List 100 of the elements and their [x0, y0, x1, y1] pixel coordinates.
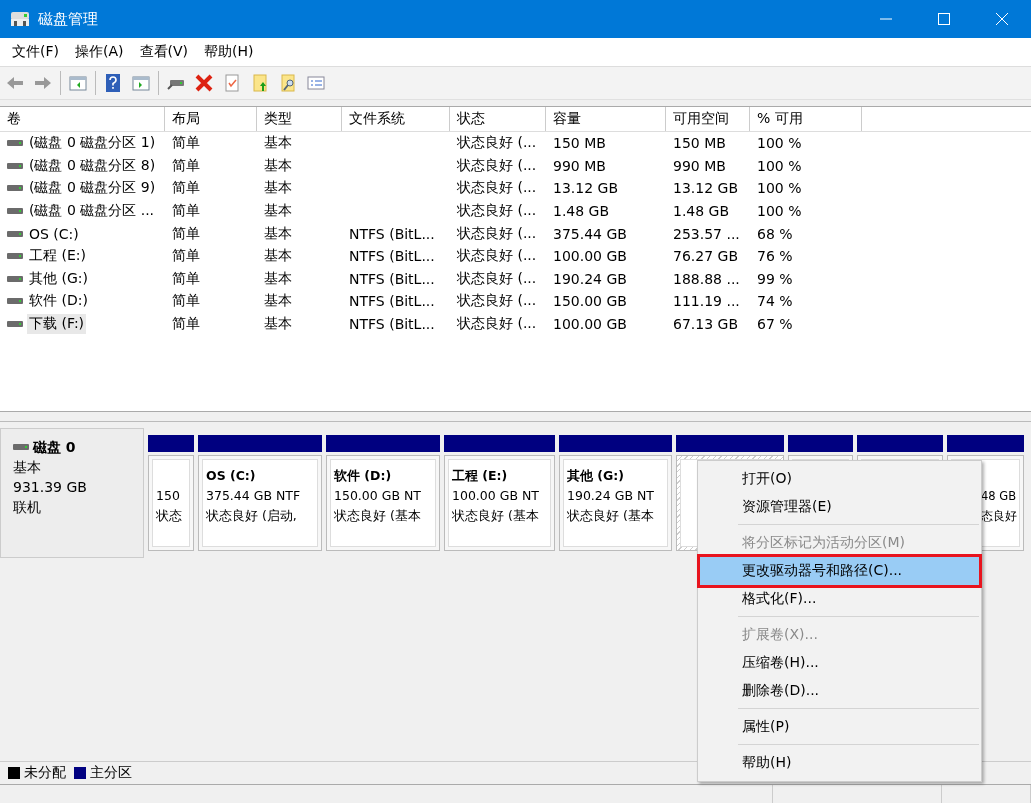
- table-cell: 190.24 GB: [553, 270, 627, 287]
- legend-label: 未分配: [24, 764, 66, 782]
- partition-status: 状态良好 (基本: [334, 507, 421, 525]
- column-header[interactable]: 状态: [450, 107, 546, 131]
- column-header[interactable]: 文件系统: [342, 107, 450, 131]
- partition-size: 100.00 GB NT: [452, 487, 539, 505]
- disk-size: 931.39 GB: [13, 478, 88, 497]
- table-cell: 990 MB: [553, 157, 606, 174]
- context-menu-item[interactable]: 帮助(H): [700, 749, 979, 777]
- partition-block[interactable]: 其他 (G:) 190.24 GB NT 状态良好 (基本: [559, 455, 672, 551]
- volume-name[interactable]: (磁盘 0 磁盘分区 9): [27, 178, 158, 199]
- partition-block[interactable]: 软件 (D:) 150.00 GB NT 状态良好 (基本: [326, 455, 440, 551]
- table-cell: NTFS (BitL...: [349, 316, 435, 333]
- partition-size: 150: [156, 487, 180, 505]
- partition-status: 状态: [156, 507, 182, 525]
- table-cell: 基本: [264, 315, 292, 334]
- table-cell: 简单: [172, 269, 200, 288]
- disk-label-panel[interactable]: 磁盘 0 基本 931.39 GB 联机: [0, 428, 144, 558]
- delete-icon[interactable]: [193, 72, 215, 94]
- menu-item[interactable]: 操作(A): [67, 43, 132, 61]
- column-header[interactable]: 容量: [546, 107, 666, 131]
- menu-item[interactable]: 帮助(H): [196, 43, 262, 61]
- table-cell: 76 %: [757, 248, 793, 265]
- menu-item[interactable]: 查看(V): [131, 43, 196, 61]
- table-cell: NTFS (BitL...: [349, 248, 435, 265]
- table-cell: 简单: [172, 134, 200, 153]
- partition-name: 软件 (D:): [334, 467, 392, 485]
- table-cell: 67 %: [757, 316, 793, 333]
- table-cell: 100 %: [757, 157, 802, 174]
- table-cell: 状态良好 (...: [457, 247, 537, 266]
- disk-type: 基本: [13, 458, 42, 477]
- close-icon[interactable]: [996, 13, 1008, 25]
- volume-name[interactable]: (磁盘 0 磁盘分区 8): [27, 155, 158, 176]
- drive-icon: [7, 184, 23, 193]
- table-cell: 1.48 GB: [553, 203, 610, 220]
- table-cell: 990 MB: [673, 157, 726, 174]
- column-header[interactable]: 可用空间: [666, 107, 750, 131]
- disk-name: 磁盘 0: [33, 438, 76, 457]
- table-cell: 150 MB: [673, 135, 726, 152]
- column-header[interactable]: 类型: [257, 107, 342, 131]
- context-menu-item[interactable]: 压缩卷(H)...: [700, 649, 979, 677]
- volume-name[interactable]: 工程 (E:): [27, 246, 88, 267]
- partition-name: 工程 (E:): [452, 467, 508, 485]
- partition-size: 375.44 GB NTF: [206, 487, 301, 505]
- table-cell: 状态良好 (...: [457, 179, 537, 198]
- partition-bar: [788, 435, 853, 452]
- drive-icon: [7, 320, 23, 329]
- volume-name[interactable]: 软件 (D:): [27, 291, 90, 312]
- volume-name[interactable]: (磁盘 0 磁盘分区 1): [27, 133, 158, 154]
- table-cell: 基本: [264, 179, 292, 198]
- partition-block[interactable]: 工程 (E:) 100.00 GB NT 状态良好 (基本: [444, 455, 555, 551]
- table-cell: 基本: [264, 156, 292, 175]
- volume-name[interactable]: 其他 (G:): [27, 268, 90, 289]
- table-cell: 状态良好 (...: [457, 134, 537, 153]
- table-cell: NTFS (BitL...: [349, 270, 435, 287]
- partition-status: 状态良好 (基本: [452, 507, 539, 525]
- window-title: 磁盘管理: [38, 9, 99, 29]
- table-cell: 基本: [264, 224, 292, 243]
- partition-status: 状态良好 (启动,: [206, 507, 297, 525]
- volume-name[interactable]: OS (C:): [27, 224, 81, 243]
- table-cell: 基本: [264, 247, 292, 266]
- context-menu-item[interactable]: 更改驱动器号和路径(C)...: [700, 557, 979, 585]
- volume-name[interactable]: (磁盘 0 磁盘分区 ...: [27, 201, 157, 222]
- drive-icon: [7, 297, 23, 306]
- legend-label: 主分区: [90, 764, 132, 782]
- context-menu-item[interactable]: 格式化(F)...: [700, 585, 979, 613]
- maximize-icon[interactable]: [938, 13, 950, 25]
- context-menu-item[interactable]: 属性(P): [700, 713, 979, 741]
- drive-icon: [7, 252, 23, 261]
- partition-status: 态良好: [981, 508, 1017, 525]
- disk-app-icon: [10, 9, 30, 29]
- volume-name[interactable]: 下载 (F:): [27, 314, 87, 335]
- table-cell: NTFS (BitL...: [349, 225, 435, 242]
- table-cell: 状态良好 (...: [457, 292, 537, 311]
- table-cell: 100.00 GB: [553, 316, 627, 333]
- table-cell: 简单: [172, 315, 200, 334]
- table-cell: 基本: [264, 269, 292, 288]
- table-cell: 100 %: [757, 135, 802, 152]
- disk-status: 联机: [13, 498, 42, 517]
- column-header[interactable]: 布局: [165, 107, 257, 131]
- partition-block[interactable]: OS (C:) 375.44 GB NTF 状态良好 (启动,: [198, 455, 322, 551]
- menu-item[interactable]: 文件(F): [4, 43, 67, 61]
- column-header[interactable]: 卷: [0, 107, 165, 131]
- table-cell: 100 %: [757, 203, 802, 220]
- drive-icon: [7, 274, 23, 283]
- table-cell: 68 %: [757, 225, 793, 242]
- table-cell: 1.48 GB: [673, 203, 730, 220]
- table-cell: 100.00 GB: [553, 248, 627, 265]
- context-menu-item[interactable]: 删除卷(D)...: [700, 677, 979, 705]
- table-cell: 简单: [172, 179, 200, 198]
- table-cell: 状态良好 (...: [457, 269, 537, 288]
- partition-block[interactable]: 150 状态: [148, 455, 194, 551]
- table-cell: 74 %: [757, 293, 793, 310]
- table-cell: 13.12 GB: [673, 180, 738, 197]
- table-cell: 99 %: [757, 270, 793, 287]
- table-cell: 375.44 GB: [553, 225, 627, 242]
- column-header[interactable]: % 可用: [750, 107, 862, 131]
- table-cell: 76.27 GB: [673, 248, 738, 265]
- table-cell: 状态良好 (...: [457, 224, 537, 243]
- partition-name: 其他 (G:): [567, 467, 625, 485]
